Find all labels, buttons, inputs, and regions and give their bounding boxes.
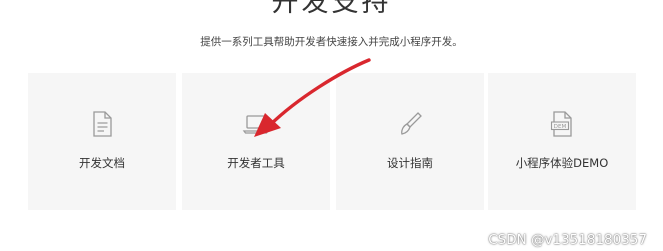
- laptop-icon: [241, 109, 271, 139]
- dev-tools-card[interactable]: 开发者工具: [182, 73, 330, 210]
- document-icon: [87, 109, 117, 139]
- demo-card[interactable]: DEM 小程序体验DEMO: [488, 73, 636, 210]
- section-subtitle: 提供一系列工具帮助开发者快速接入并完成小程序开发。: [200, 36, 463, 48]
- developer-support-section: 开发支持 提供一系列工具帮助开发者快速接入并完成小程序开发。 开发文档 开发者工…: [0, 0, 663, 251]
- design-guide-label: 设计指南: [387, 156, 433, 170]
- demo-icon-text: DEM: [554, 124, 567, 130]
- design-guide-card[interactable]: 设计指南: [336, 73, 484, 210]
- brush-icon: [395, 109, 425, 139]
- demo-label: 小程序体验DEMO: [515, 156, 609, 170]
- section-title: 开发支持: [271, 0, 392, 18]
- demo-file-icon: DEM: [547, 109, 577, 139]
- dev-tools-label: 开发者工具: [227, 156, 285, 170]
- csdn-watermark: CSDN @v13518180357: [488, 232, 647, 248]
- dev-docs-card[interactable]: 开发文档: [28, 73, 176, 210]
- dev-docs-label: 开发文档: [79, 156, 125, 170]
